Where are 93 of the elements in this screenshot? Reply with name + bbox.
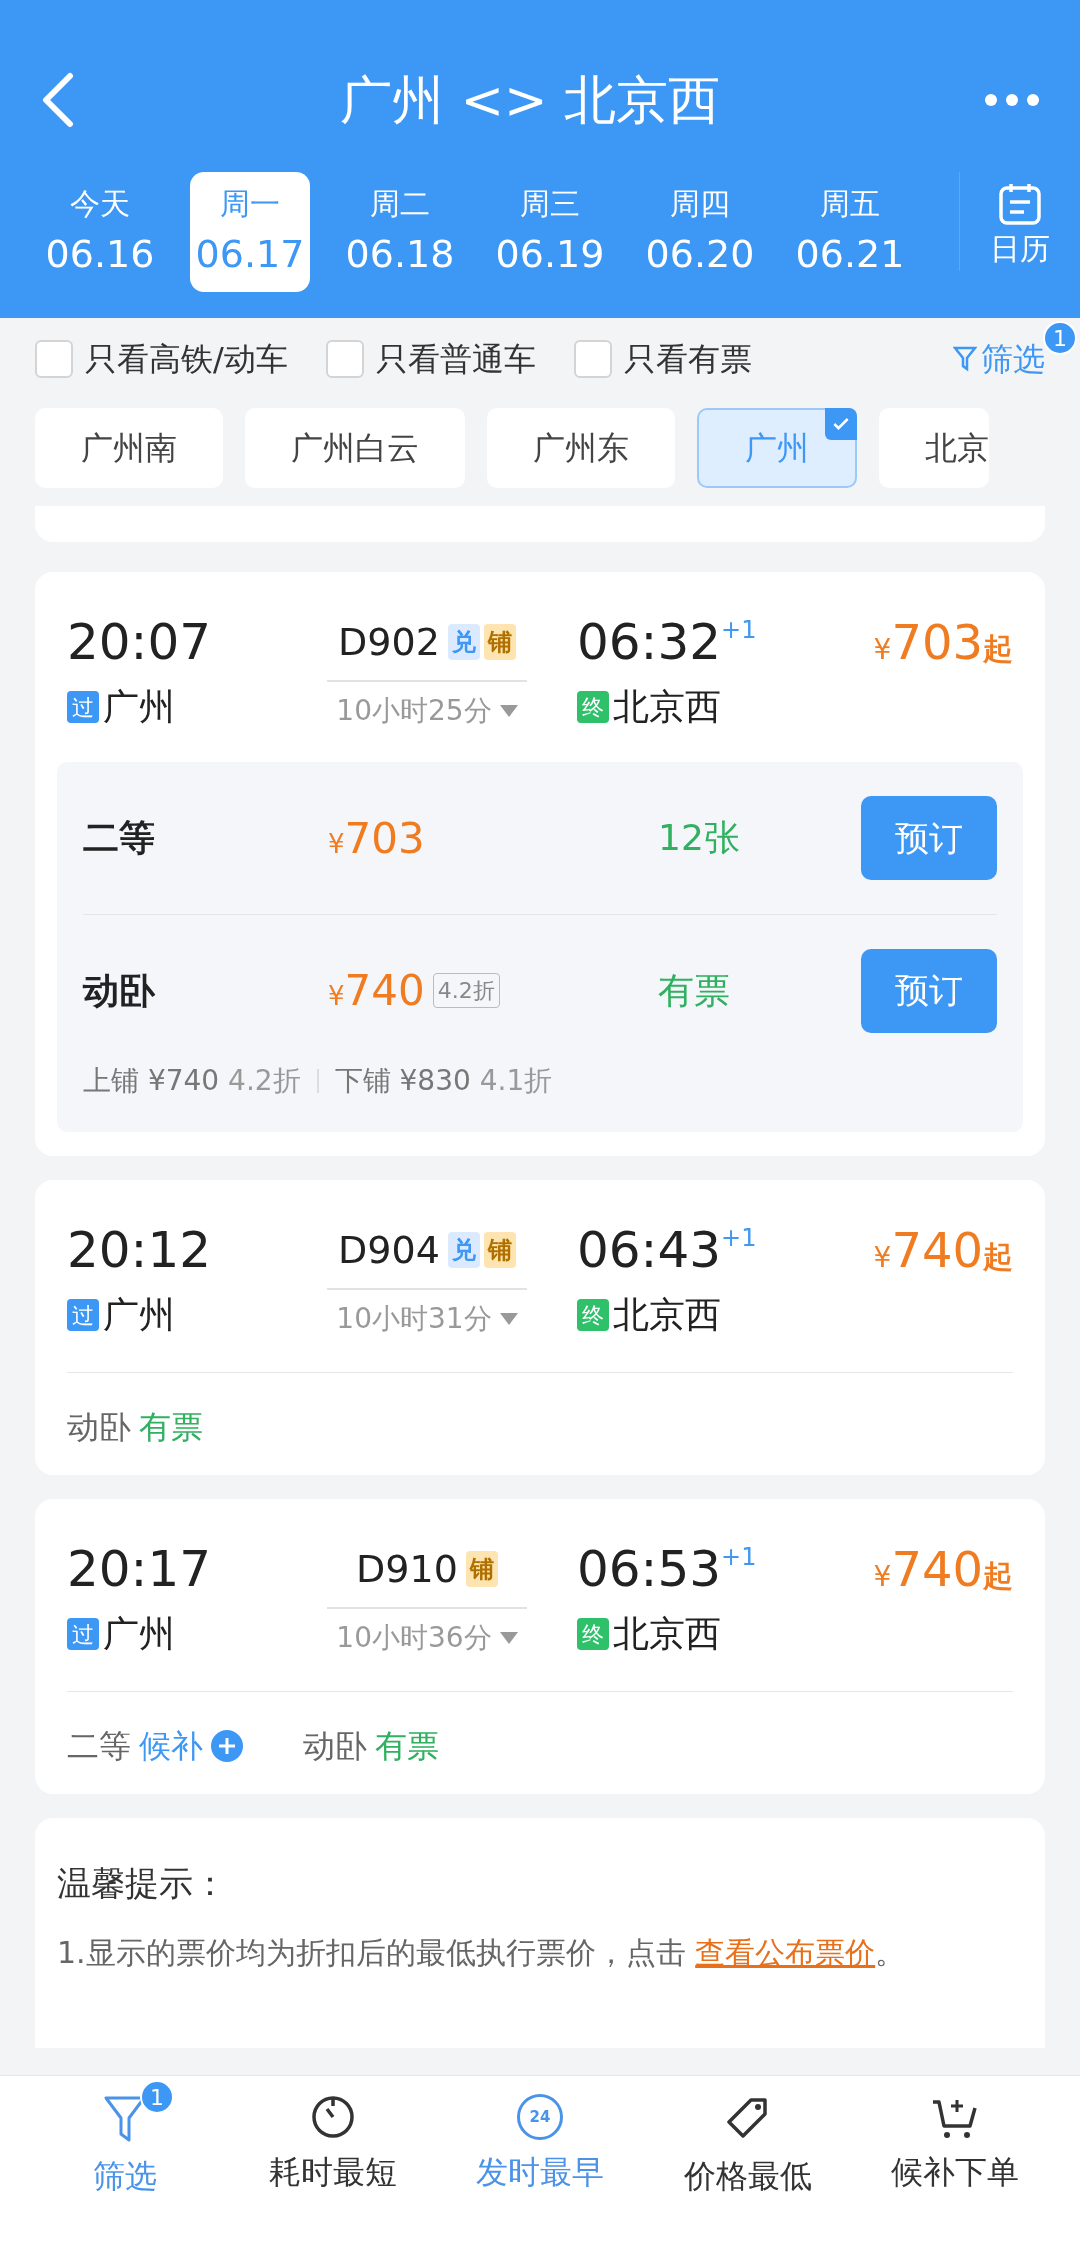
terminal-tag: 终 [577, 1299, 609, 1331]
train-number: D902 [338, 618, 440, 666]
book-button[interactable]: 预订 [861, 796, 997, 880]
day-offset: +1 [721, 1542, 757, 1573]
add-icon[interactable] [211, 1730, 243, 1762]
station-chip[interactable]: 广州东 [487, 408, 675, 488]
duration-toggle[interactable]: 10小时31分 [336, 1298, 518, 1340]
book-button[interactable]: 预订 [861, 948, 997, 1033]
filter-label[interactable]: 只看普通车 [375, 335, 536, 383]
train-tag: 铺 [483, 1232, 516, 1268]
calendar-icon [998, 182, 1042, 226]
nav-item[interactable]: 24 发时最早 [455, 2080, 625, 2247]
arrival-time: 06:43 [577, 1220, 722, 1280]
date-tab[interactable]: 周三 06.19 [490, 172, 610, 292]
date-tab[interactable]: 周一 06.17 [190, 172, 310, 292]
pass-tag: 过 [67, 1618, 99, 1650]
train-tag: 铺 [483, 624, 516, 660]
calendar-button[interactable]: 日历 [959, 172, 1050, 271]
nav-item[interactable]: 价格最低 [662, 2080, 833, 2247]
filter-label[interactable]: 只看高铁/动车 [85, 335, 288, 383]
back-icon[interactable] [40, 72, 76, 128]
train-tag: 兑 [447, 1232, 480, 1268]
station-chip[interactable]: 北京 [879, 408, 989, 488]
seat-class: 二等 [83, 816, 156, 860]
caret-icon [499, 705, 518, 717]
train-tag: 兑 [447, 624, 480, 660]
checkbox[interactable] [35, 340, 73, 378]
pass-tag: 过 [67, 691, 99, 723]
checkbox[interactable] [573, 340, 612, 378]
departure-time: 20:07 [67, 612, 213, 672]
station-chip[interactable]: 广州南 [35, 408, 223, 488]
arrival-time: 06:32 [577, 612, 722, 672]
seat-class: 二等 [67, 1726, 131, 1767]
terminal-tag: 终 [577, 1618, 609, 1650]
lowest-price: ¥740起 [873, 1221, 1013, 1280]
arrival-station: 北京西 [613, 1612, 721, 1656]
date-tab[interactable]: 周二 06.18 [340, 172, 460, 292]
arrival-time: 06:53 [577, 1539, 722, 1599]
clock-icon: 24 [517, 2094, 563, 2140]
filter-label[interactable]: 只看有票 [623, 335, 752, 383]
seat-status: 有票 [375, 1726, 439, 1767]
seat-price: ¥740 [328, 965, 425, 1017]
seat-status: 有票 [139, 1407, 203, 1448]
date-tab[interactable]: 周四 06.20 [640, 172, 760, 292]
published-fare-link[interactable]: 查看公布票价 [695, 1935, 876, 1970]
departure-time: 20:17 [67, 1539, 213, 1599]
discount-badge: 4.2折 [432, 973, 500, 1008]
seat-class: 动卧 [67, 1407, 131, 1448]
nav-item[interactable]: 耗时最短 [247, 2080, 418, 2247]
filter-button[interactable]: 筛选 [953, 335, 1045, 383]
count-badge: 1 [140, 2080, 174, 2114]
route-title: 广州 <> 北京西 [339, 69, 721, 132]
ticket-count: 12张 [658, 816, 741, 860]
departure-time: 20:12 [67, 1220, 213, 1280]
tips-text: 1.显示的票价均为折扣后的最低执行票价，点击 查看公布票价。 [57, 1934, 907, 1972]
arrival-station: 北京西 [613, 685, 721, 729]
nav-item[interactable]: 候补下单 [870, 2080, 1040, 2247]
duration-toggle[interactable]: 10小时36分 [336, 1617, 518, 1659]
seat-class: 动卧 [83, 968, 156, 1013]
seat-price: ¥703 [328, 812, 425, 865]
berth-price: 上铺 ¥740 4.2折 [83, 1063, 301, 1099]
day-offset: +1 [721, 1223, 757, 1254]
station-chip[interactable]: 广州 [697, 408, 857, 488]
timer-icon [309, 2094, 356, 2140]
filter-icon [953, 345, 977, 373]
seat-status: 候补 [139, 1726, 203, 1767]
station-chip[interactable]: 广州白云 [245, 408, 465, 488]
seat-class: 动卧 [303, 1726, 367, 1767]
pass-tag: 过 [67, 1299, 99, 1331]
tips-title: 温馨提示： [57, 1862, 228, 1905]
berth-price: 下铺 ¥830 4.1折 [334, 1063, 553, 1099]
more-icon[interactable] [984, 93, 1040, 107]
train-tag: 铺 [465, 1551, 498, 1587]
departure-station: 广州 [103, 1612, 175, 1656]
caret-icon [499, 1632, 518, 1644]
caret-icon [499, 1313, 518, 1325]
count-badge: 1 [1043, 321, 1077, 355]
lowest-price: ¥703起 [873, 613, 1013, 672]
checkbox[interactable] [325, 340, 364, 378]
departure-station: 广州 [103, 685, 175, 729]
date-tab[interactable]: 周五 06.21 [790, 172, 910, 292]
train-number: D904 [338, 1226, 440, 1274]
day-offset: +1 [721, 615, 757, 646]
nav-item[interactable]: 筛选 1 [40, 2080, 210, 2247]
departure-station: 广州 [103, 1293, 175, 1337]
duration-toggle[interactable]: 10小时25分 [336, 690, 518, 732]
terminal-tag: 终 [577, 691, 609, 723]
check-icon [825, 408, 857, 440]
arrival-station: 北京西 [613, 1293, 721, 1337]
lowest-price: ¥740起 [873, 1540, 1013, 1599]
train-number: D910 [356, 1545, 458, 1593]
date-tab[interactable]: 今天 06.16 [40, 172, 160, 292]
ticket-count: 有票 [658, 968, 731, 1013]
